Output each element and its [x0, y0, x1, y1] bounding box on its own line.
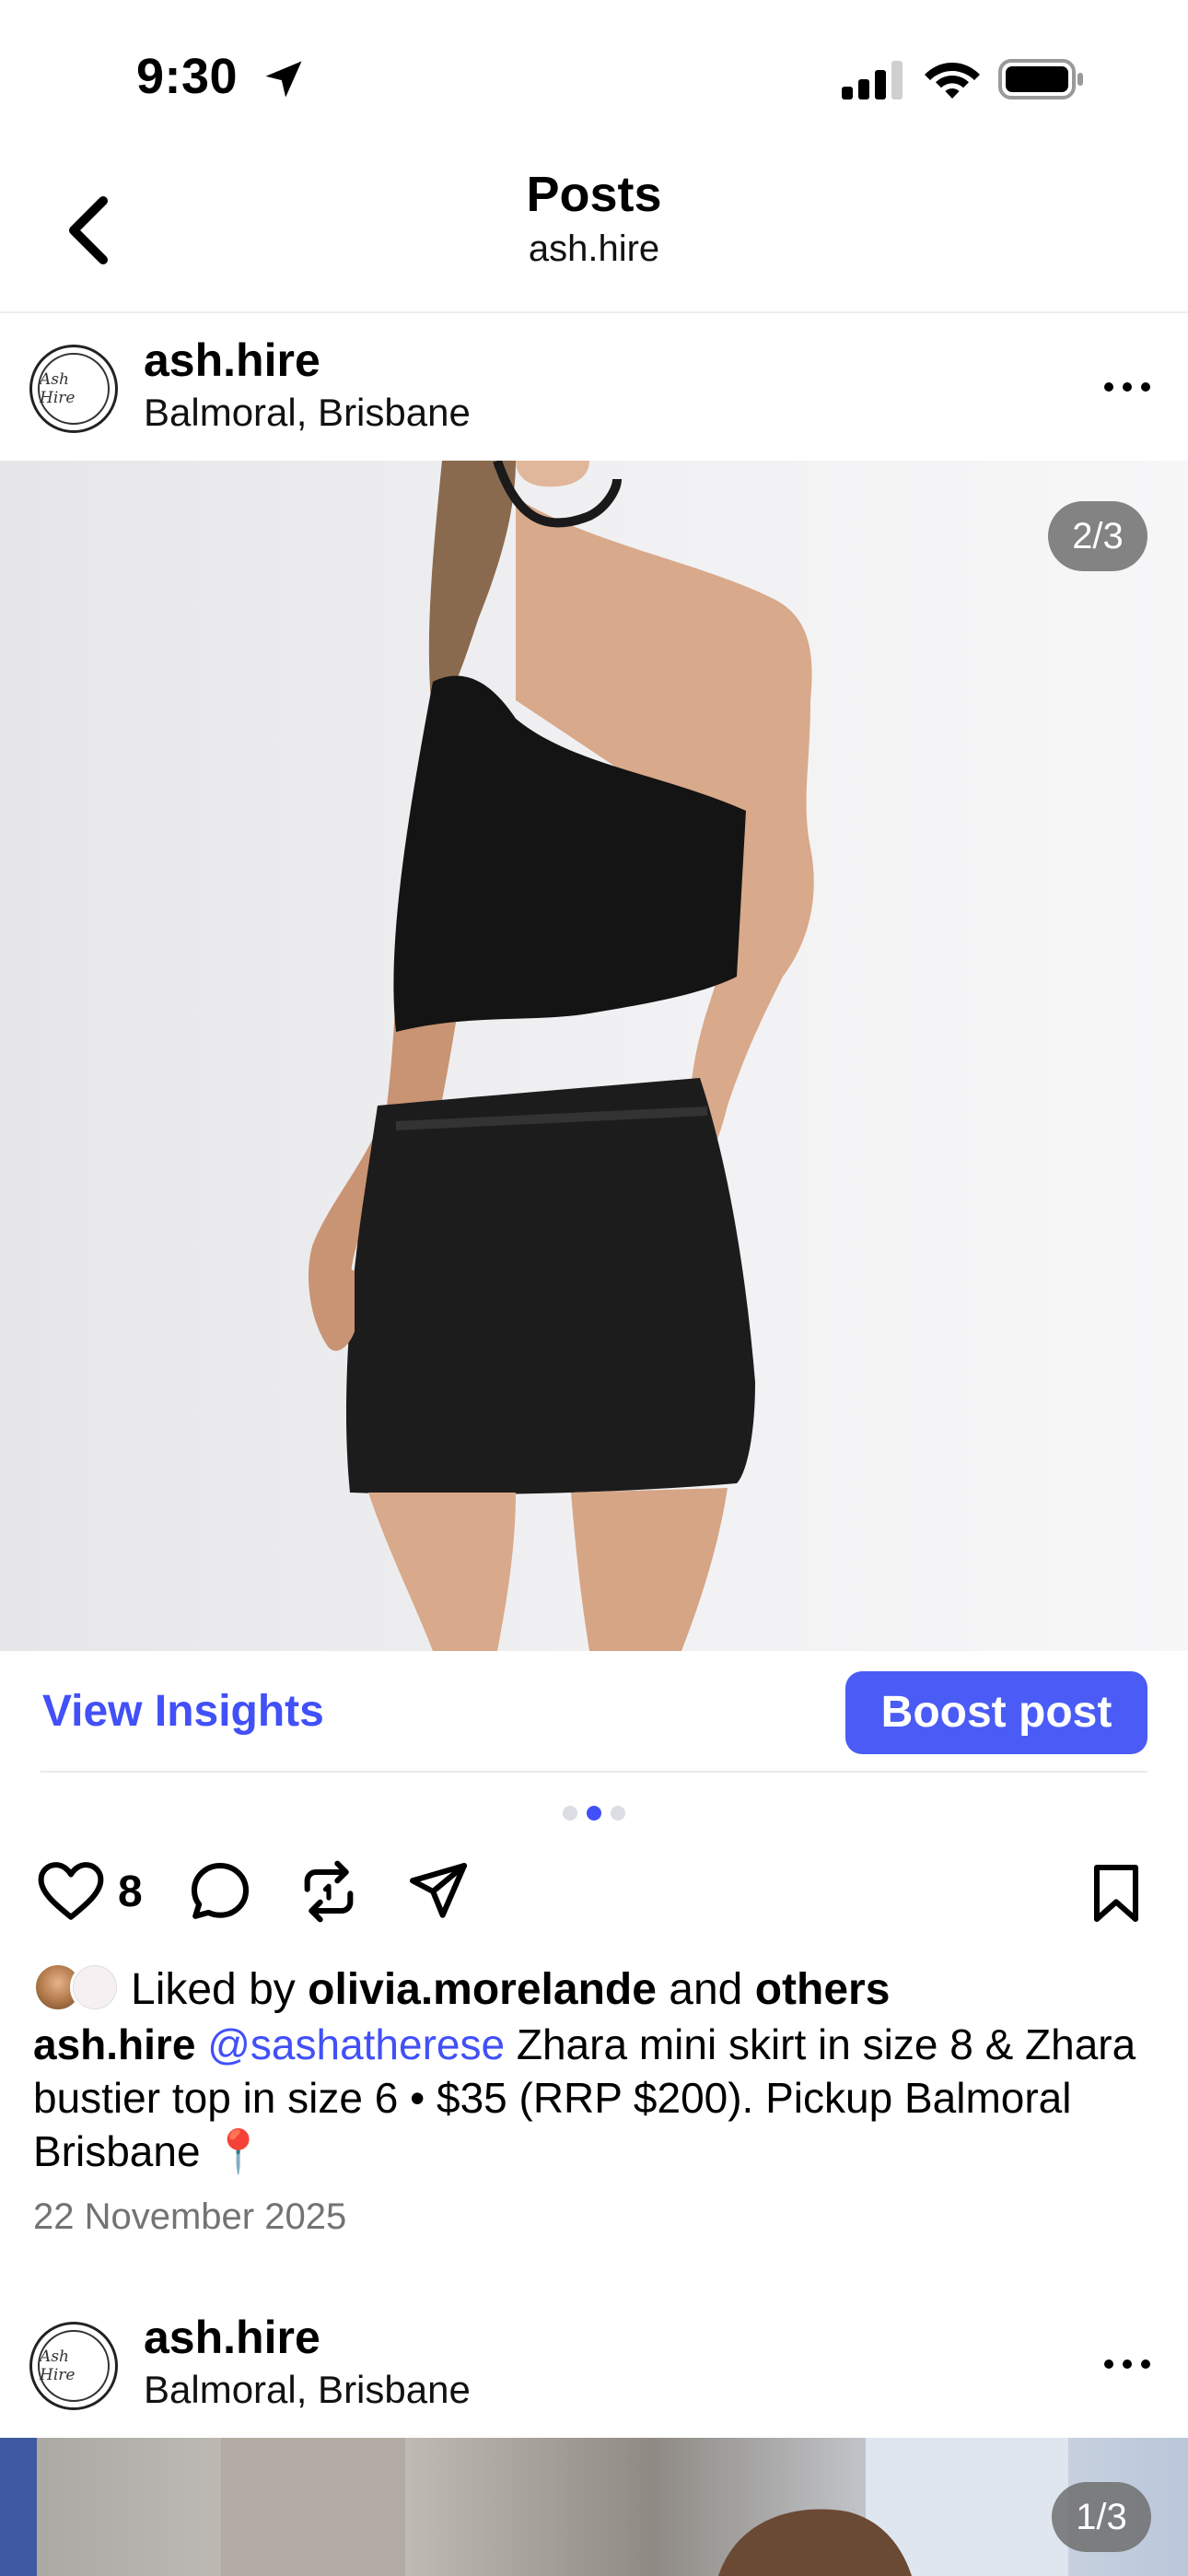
post-location[interactable]: Balmoral, Brisbane	[144, 2368, 471, 2412]
room-photo	[0, 2438, 1068, 2576]
liked-by-others[interactable]: others	[755, 1965, 891, 2014]
bookmark-icon[interactable]	[1089, 1861, 1144, 1926]
post-actions: 8	[0, 1852, 1188, 1944]
post-image[interactable]: 1/3	[0, 2438, 1188, 2576]
post-username[interactable]: ash.hire	[144, 334, 320, 387]
heart-icon[interactable]	[37, 1859, 105, 1924]
liked-by-row[interactable]: Liked by olivia.morelande and others	[33, 1957, 1157, 2021]
post-image[interactable]: 2/3	[0, 461, 1188, 1651]
liked-by-prefix: Liked by	[131, 1965, 296, 2014]
post-header: Ash Hire ash.hire Balmoral, Brisbane	[0, 313, 1188, 461]
more-options-icon[interactable]	[1101, 378, 1153, 396]
carousel-dot	[563, 1806, 577, 1821]
insights-row: View Insights Boost post	[0, 1651, 1188, 1773]
cellular-signal-icon	[842, 61, 903, 100]
liked-by-user[interactable]: olivia.morelande	[308, 1965, 657, 2014]
post-username[interactable]: ash.hire	[144, 2311, 320, 2364]
status-time: 9:30	[136, 49, 239, 104]
caption-text: Zhara mini skirt in size 8 & Zhara busti…	[33, 2020, 1136, 2175]
carousel-dots	[0, 1806, 1188, 1824]
view-insights-link[interactable]: View Insights	[42, 1686, 324, 1737]
post-date: 22 November 2025	[33, 2196, 347, 2237]
status-bar: 9:30	[0, 0, 1188, 138]
page-title: Posts	[526, 167, 662, 222]
battery-icon	[998, 59, 1083, 100]
boost-post-button[interactable]: Boost post	[845, 1671, 1147, 1754]
liked-by-connector: and	[669, 1965, 743, 2014]
share-send-icon[interactable]	[405, 1859, 472, 1924]
avatar[interactable]: Ash Hire	[29, 345, 118, 433]
caption-mention[interactable]: @sashatherese	[207, 2020, 505, 2068]
avatar-logo-text: Ash Hire	[38, 2330, 110, 2402]
liker-avatar-logo	[70, 1962, 120, 2012]
carousel-dot-active	[587, 1806, 601, 1821]
post-caption: ash.hire @sashatherese Zhara mini skirt …	[33, 2018, 1157, 2178]
avatar-logo-text: Ash Hire	[38, 353, 110, 425]
model-photo	[309, 461, 814, 1651]
liked-by-text: Liked by olivia.morelande and others	[131, 1964, 890, 2015]
like-count[interactable]: 8	[118, 1867, 143, 1917]
nav-header: Posts ash.hire	[0, 138, 1188, 313]
carousel-page-indicator: 1/3	[1052, 2482, 1151, 2552]
page-subtitle: ash.hire	[528, 228, 660, 269]
caption-username[interactable]: ash.hire	[33, 2020, 195, 2068]
carousel-dot	[611, 1806, 625, 1821]
location-arrow-icon	[265, 61, 302, 98]
post-header: Ash Hire ash.hire Balmoral, Brisbane	[0, 2290, 1188, 2438]
more-options-icon[interactable]	[1101, 2355, 1153, 2373]
wifi-icon	[925, 63, 980, 99]
comment-icon[interactable]	[188, 1859, 252, 1924]
carousel-page-indicator: 2/3	[1048, 501, 1147, 571]
post-location[interactable]: Balmoral, Brisbane	[144, 391, 471, 435]
avatar[interactable]: Ash Hire	[29, 2322, 118, 2410]
divider	[41, 1771, 1147, 1773]
repost-icon[interactable]	[298, 1859, 359, 1924]
